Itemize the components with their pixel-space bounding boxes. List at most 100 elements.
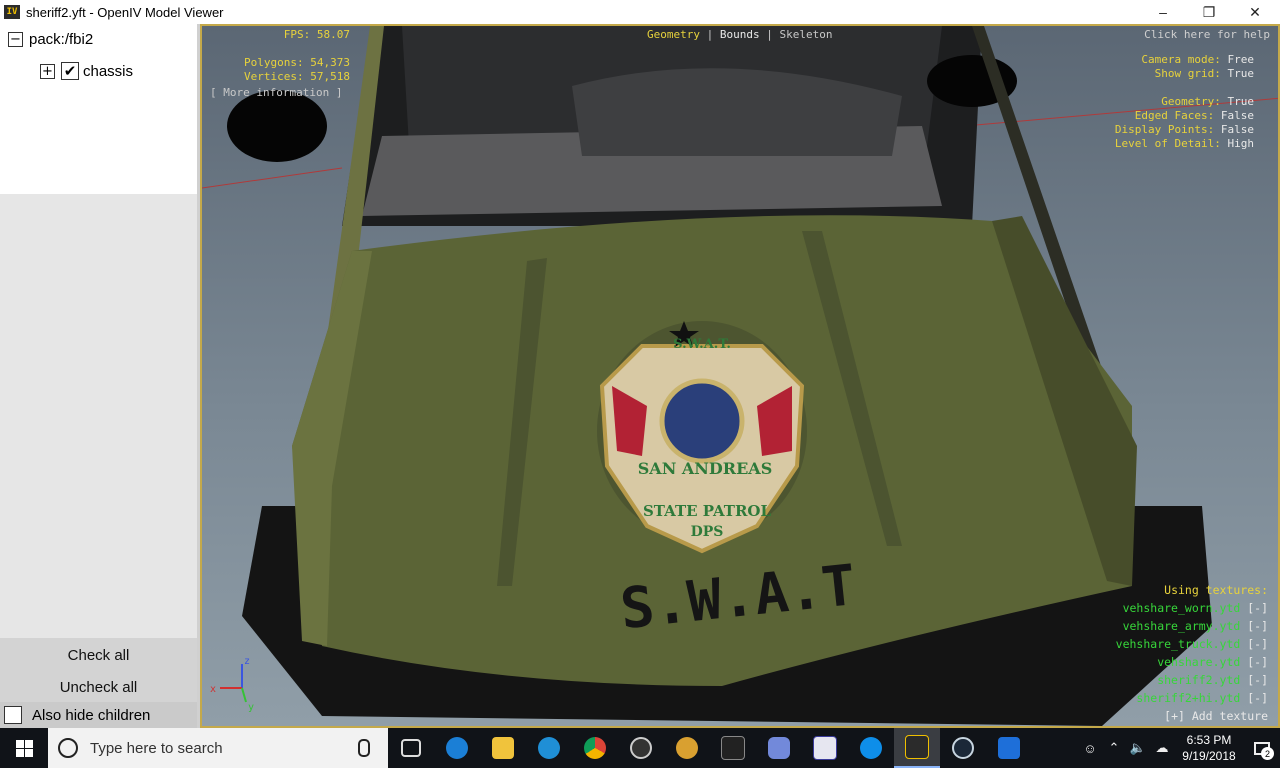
tab-bounds[interactable]: Bounds — [720, 28, 760, 41]
action-center-button[interactable]: 2 — [1244, 728, 1280, 768]
folder-icon — [492, 737, 514, 759]
clock-time: 6:53 PM — [1186, 733, 1232, 747]
chassis-checkbox[interactable]: ✔ — [61, 62, 79, 80]
taskbar-app-racing[interactable] — [710, 728, 756, 768]
discord-icon — [768, 737, 790, 759]
title-bar: IV sheriff2.yft - OpenIV Model Viewer – … — [0, 0, 1280, 24]
tree-item-chassis[interactable]: + ✔ chassis — [40, 60, 133, 82]
tab-geometry[interactable]: Geometry — [647, 28, 700, 41]
tab-skeleton[interactable]: Skeleton — [779, 28, 832, 41]
taskbar-steam[interactable] — [940, 728, 986, 768]
remove-texture-button[interactable]: [-] — [1247, 637, 1268, 651]
remove-texture-button[interactable]: [-] — [1247, 619, 1268, 633]
geometry-value: True — [1227, 95, 1255, 108]
openiv-app-icon: IV — [4, 5, 20, 19]
openiv-icon — [905, 735, 929, 759]
network-icon[interactable]: ☁ — [1150, 728, 1174, 768]
level-of-detail-setting[interactable]: Level of Detail: High — [1115, 137, 1254, 151]
remove-texture-button[interactable]: [-] — [1247, 691, 1268, 705]
geometry-setting[interactable]: Geometry: True — [1115, 95, 1254, 109]
paint-icon — [813, 736, 837, 760]
microphone-icon[interactable] — [358, 739, 370, 757]
texture-item: sheriff2+hi.ytd [-] — [1116, 689, 1268, 707]
fruit-icon — [676, 737, 698, 759]
taskbar-discord[interactable] — [756, 728, 802, 768]
edged-faces-label: Edged Faces: — [1134, 109, 1215, 122]
system-tray: ☺ ⌃ 🔈 ☁ 6:53 PM 9/19/2018 2 — [1078, 728, 1280, 768]
tree-item-root[interactable]: − pack:/fbi2 — [8, 28, 93, 50]
remove-texture-button[interactable]: [-] — [1247, 601, 1268, 615]
collapse-icon[interactable]: − — [8, 31, 23, 47]
texture-name[interactable]: vehshare_worn.ytd — [1123, 601, 1241, 615]
show-grid-setting[interactable]: Show grid: True — [1115, 67, 1254, 81]
cortana-icon — [58, 738, 78, 758]
taskbar-chrome[interactable] — [572, 728, 618, 768]
remove-texture-button[interactable]: [-] — [1247, 655, 1268, 669]
taskbar-search[interactable]: Type here to search — [48, 728, 388, 768]
also-hide-children-checkbox[interactable] — [4, 706, 22, 724]
remove-texture-button[interactable]: [-] — [1247, 673, 1268, 687]
taskbar-teamviewer[interactable] — [848, 728, 894, 768]
start-button[interactable] — [0, 728, 48, 768]
minimize-button[interactable]: – — [1140, 0, 1186, 24]
taskbar-openiv-active[interactable] — [894, 728, 940, 768]
also-hide-children-option[interactable]: Also hide children — [0, 702, 197, 728]
task-view-button[interactable] — [388, 728, 434, 768]
taskbar-app-fruit[interactable] — [664, 728, 710, 768]
textures-list: Using textures: vehshare_worn.ytd [-] ve… — [1116, 581, 1268, 725]
texture-name[interactable]: sheriff2+hi.ytd — [1136, 691, 1240, 705]
texture-name[interactable]: vehshare.ytd — [1157, 655, 1240, 669]
obs-icon — [630, 737, 652, 759]
texture-name[interactable]: vehshare_army.ytd — [1123, 619, 1241, 633]
texture-item: vehshare_truck.ytd [-] — [1116, 635, 1268, 653]
taskbar-app-paint[interactable] — [802, 728, 848, 768]
geometry-label: Geometry: — [1161, 95, 1221, 108]
help-link[interactable]: Click here for help — [1144, 28, 1270, 42]
axis-x-label: x — [210, 684, 216, 695]
taskbar-clock[interactable]: 6:53 PM 9/19/2018 — [1174, 732, 1244, 764]
add-texture-button[interactable]: [+] Add texture — [1116, 707, 1268, 725]
windows-taskbar: Type here to search ☺ ⌃ 🔈 ☁ 6:53 PM 9/19… — [0, 728, 1280, 768]
display-points-setting[interactable]: Display Points: False — [1115, 123, 1254, 137]
uncheck-all-button[interactable]: Uncheck all — [0, 672, 197, 702]
texture-name[interactable]: vehshare_truck.ytd — [1116, 637, 1241, 651]
camera-mode-setting[interactable]: Camera mode: Free — [1115, 53, 1254, 67]
axis-gizmo — [220, 664, 247, 703]
chevron-up-icon[interactable]: ⌃ — [1102, 728, 1126, 768]
texture-item: sheriff2.ytd [-] — [1116, 671, 1268, 689]
edged-faces-setting[interactable]: Edged Faces: False — [1115, 109, 1254, 123]
level-of-detail-value: High — [1227, 137, 1255, 150]
badge-middle-text: SAN ANDREAS — [638, 459, 773, 478]
texture-name[interactable]: sheriff2.ytd — [1157, 673, 1240, 687]
fps-label: FPS: — [283, 28, 311, 41]
taskbar-file-explorer[interactable] — [480, 728, 526, 768]
maximize-button[interactable]: ❐ — [1186, 0, 1232, 24]
windows-icon — [15, 739, 33, 757]
taskbar-app-tb[interactable] — [986, 728, 1032, 768]
grid-line — [202, 167, 343, 189]
check-all-button[interactable]: Check all — [0, 640, 197, 670]
left-mirror — [227, 90, 327, 162]
headset-icon — [538, 737, 560, 759]
model-viewport[interactable]: S.W.A.T. SAN ANDREAS STATE PATROL DPS S.… — [200, 24, 1280, 728]
steam-icon — [952, 737, 974, 759]
polygons-label: Polygons: — [244, 56, 304, 69]
badge-top-text: S.W.A.T. — [673, 337, 731, 352]
chrome-icon — [584, 737, 606, 759]
tree-item-label: chassis — [83, 62, 134, 80]
texture-item: vehshare.ytd [-] — [1116, 653, 1268, 671]
people-icon[interactable]: ☺ — [1078, 728, 1102, 768]
tab-separator: | — [766, 28, 773, 41]
taskbar-edge[interactable] — [434, 728, 480, 768]
taskbar-app-headset[interactable] — [526, 728, 572, 768]
close-button[interactable]: ✕ — [1232, 0, 1278, 24]
taskbar-obs[interactable] — [618, 728, 664, 768]
stats-overlay: FPS: 58.07 Polygons: 54,373 Vertices: 57… — [212, 28, 350, 84]
texture-item: vehshare_army.ytd [-] — [1116, 617, 1268, 635]
expand-icon[interactable]: + — [40, 63, 55, 79]
more-information-link[interactable]: [ More information ] — [210, 86, 342, 100]
edge-icon — [446, 737, 468, 759]
vertices-value: 57,518 — [310, 70, 350, 83]
using-textures-heading: Using textures: — [1164, 583, 1268, 597]
volume-icon[interactable]: 🔈 — [1126, 728, 1150, 768]
